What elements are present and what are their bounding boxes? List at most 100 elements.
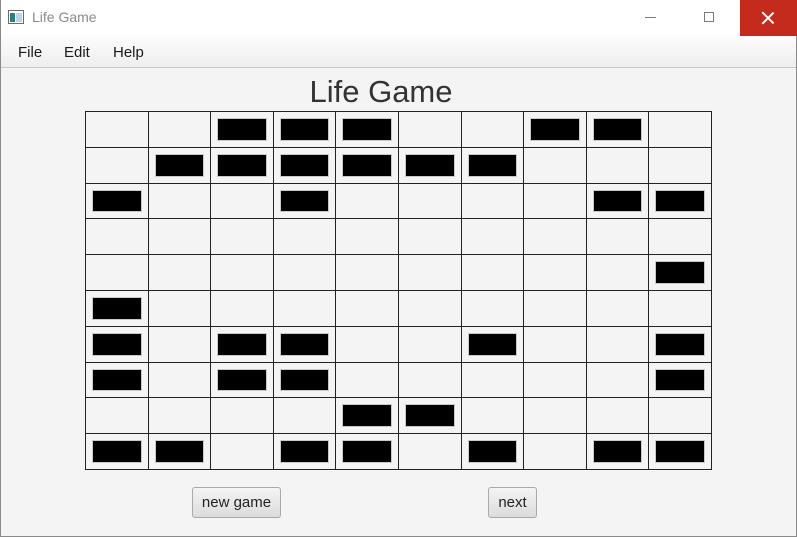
board-cell[interactable]: [398, 255, 462, 291]
board-cell[interactable]: [148, 183, 212, 220]
board-cell[interactable]: [273, 219, 337, 256]
board-cell[interactable]: [211, 326, 274, 363]
board-cell[interactable]: [86, 434, 149, 470]
board-cell[interactable]: [649, 112, 712, 148]
board-cell[interactable]: [649, 398, 712, 435]
board-cell[interactable]: [524, 255, 587, 291]
board-cell[interactable]: [86, 398, 149, 435]
menu-edit[interactable]: Edit: [64, 44, 90, 61]
board-cell[interactable]: [273, 434, 337, 470]
board-cell[interactable]: [273, 147, 337, 184]
board-cell[interactable]: [461, 326, 525, 363]
board-cell[interactable]: [148, 290, 212, 327]
board-cell[interactable]: [211, 147, 274, 184]
board-cell[interactable]: [586, 219, 650, 256]
board-cell[interactable]: [86, 147, 149, 184]
board-cell[interactable]: [86, 183, 149, 220]
menu-file[interactable]: File: [18, 44, 42, 61]
board-cell[interactable]: [148, 112, 212, 148]
board-cell[interactable]: [649, 255, 712, 291]
board-cell[interactable]: [148, 398, 212, 435]
board-cell[interactable]: [398, 434, 462, 470]
board-cell[interactable]: [461, 434, 525, 470]
board-cell[interactable]: [273, 326, 337, 363]
board-cell[interactable]: [148, 434, 212, 470]
next-button[interactable]: next: [488, 487, 537, 518]
board-cell[interactable]: [336, 290, 399, 327]
board-cell[interactable]: [524, 219, 587, 256]
board-cell[interactable]: [586, 255, 650, 291]
board-cell[interactable]: [461, 398, 525, 435]
board-cell[interactable]: [649, 434, 712, 470]
board-cell[interactable]: [336, 434, 399, 470]
board-cell[interactable]: [586, 398, 650, 435]
board-cell[interactable]: [398, 183, 462, 220]
board-cell[interactable]: [273, 290, 337, 327]
board-cell[interactable]: [524, 147, 587, 184]
board-cell[interactable]: [336, 219, 399, 256]
board-cell[interactable]: [336, 362, 399, 399]
board-cell[interactable]: [148, 326, 212, 363]
board-cell[interactable]: [461, 290, 525, 327]
board-cell[interactable]: [398, 290, 462, 327]
board-cell[interactable]: [461, 112, 525, 148]
board-cell[interactable]: [461, 255, 525, 291]
board-cell[interactable]: [586, 434, 650, 470]
board-cell[interactable]: [148, 255, 212, 291]
board-cell[interactable]: [586, 290, 650, 327]
maximize-button[interactable]: [686, 0, 732, 36]
board-cell[interactable]: [86, 255, 149, 291]
board-cell[interactable]: [273, 183, 337, 220]
board-cell[interactable]: [86, 362, 149, 399]
board-cell[interactable]: [273, 255, 337, 291]
board-cell[interactable]: [211, 183, 274, 220]
board-cell[interactable]: [86, 326, 149, 363]
board-cell[interactable]: [398, 112, 462, 148]
board-cell[interactable]: [398, 219, 462, 256]
board-cell[interactable]: [211, 362, 274, 399]
board-cell[interactable]: [336, 183, 399, 220]
board-cell[interactable]: [336, 147, 399, 184]
board-cell[interactable]: [273, 362, 337, 399]
board-cell[interactable]: [649, 362, 712, 399]
board-cell[interactable]: [336, 112, 399, 148]
board-cell[interactable]: [524, 112, 587, 148]
board-cell[interactable]: [461, 147, 525, 184]
board-cell[interactable]: [211, 434, 274, 470]
board-cell[interactable]: [211, 219, 274, 256]
board-cell[interactable]: [586, 112, 650, 148]
board-cell[interactable]: [461, 362, 525, 399]
board-cell[interactable]: [336, 326, 399, 363]
board-cell[interactable]: [649, 147, 712, 184]
board-cell[interactable]: [211, 255, 274, 291]
board-cell[interactable]: [211, 112, 274, 148]
board-cell[interactable]: [86, 219, 149, 256]
board-cell[interactable]: [586, 183, 650, 220]
title-bar[interactable]: Life Game: [1, 0, 797, 36]
board-cell[interactable]: [524, 183, 587, 220]
board-cell[interactable]: [336, 255, 399, 291]
board-cell[interactable]: [649, 219, 712, 256]
minimize-button[interactable]: [627, 0, 673, 36]
board-cell[interactable]: [398, 147, 462, 184]
board-cell[interactable]: [273, 112, 337, 148]
new-game-button[interactable]: new game: [192, 487, 281, 518]
board-cell[interactable]: [649, 326, 712, 363]
board-cell[interactable]: [148, 147, 212, 184]
board-cell[interactable]: [336, 398, 399, 435]
board-cell[interactable]: [586, 147, 650, 184]
board-cell[interactable]: [211, 290, 274, 327]
board-cell[interactable]: [86, 112, 149, 148]
board-cell[interactable]: [148, 219, 212, 256]
board-cell[interactable]: [461, 219, 525, 256]
board-cell[interactable]: [524, 434, 587, 470]
board-cell[interactable]: [461, 183, 525, 220]
close-button[interactable]: [740, 0, 797, 36]
board-cell[interactable]: [211, 398, 274, 435]
board-cell[interactable]: [586, 362, 650, 399]
board-cell[interactable]: [86, 290, 149, 327]
board-cell[interactable]: [524, 362, 587, 399]
board-cell[interactable]: [586, 326, 650, 363]
board-cell[interactable]: [273, 398, 337, 435]
board-cell[interactable]: [649, 290, 712, 327]
